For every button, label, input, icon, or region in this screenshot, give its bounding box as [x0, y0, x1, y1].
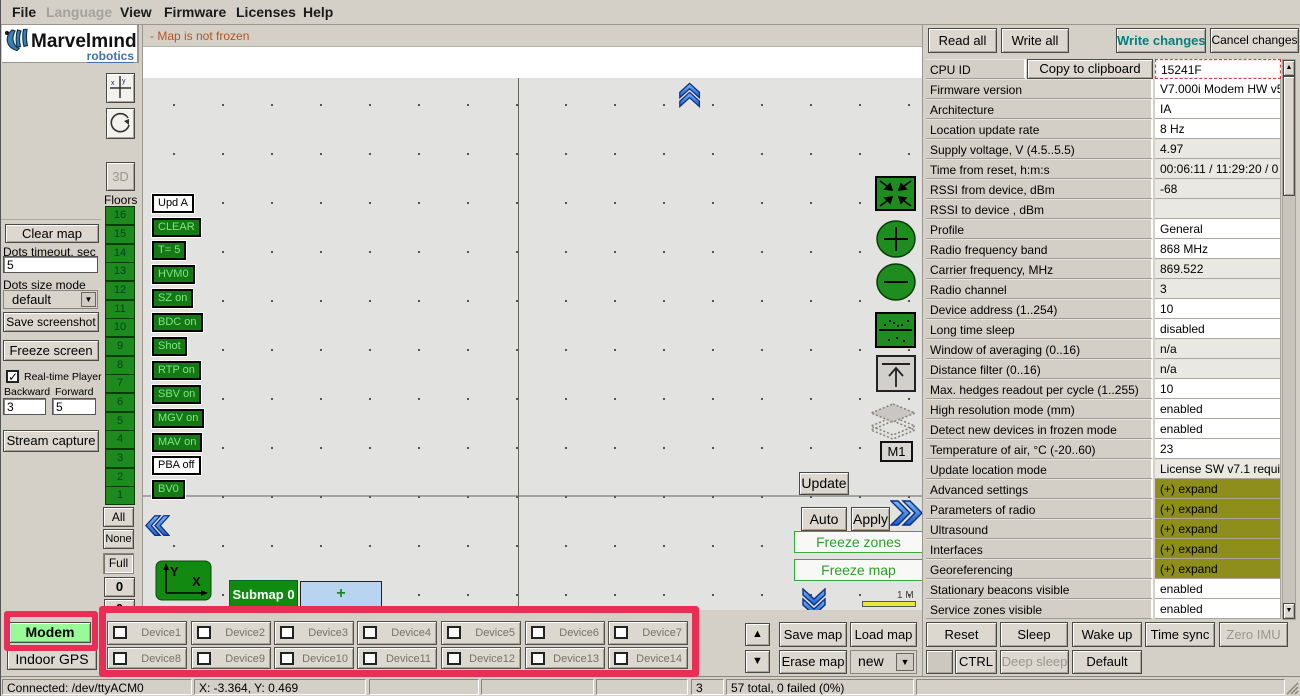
svg-text:y: y [122, 78, 126, 85]
svg-text:X: X [192, 574, 201, 589]
svg-text:Y: Y [170, 564, 179, 579]
svg-text:x: x [111, 80, 115, 87]
